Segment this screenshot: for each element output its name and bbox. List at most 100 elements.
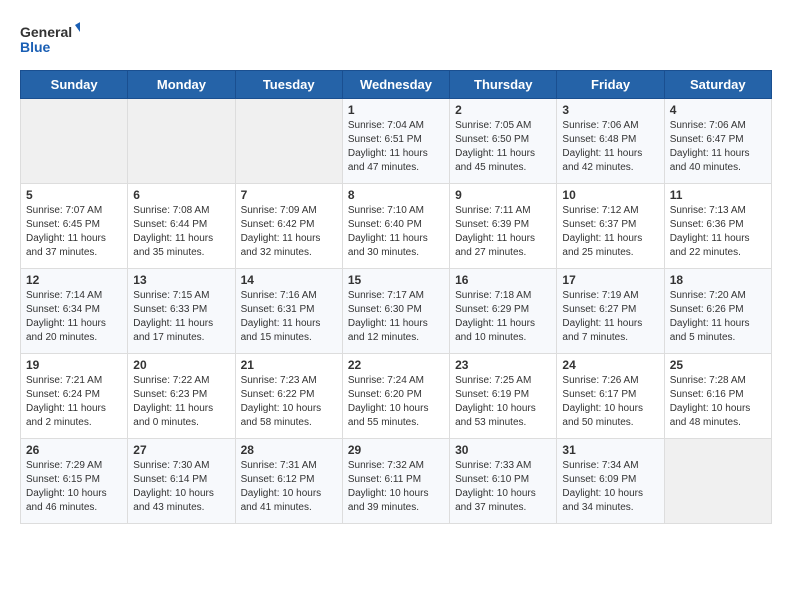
day-info: Sunrise: 7:12 AM Sunset: 6:37 PM Dayligh… (562, 204, 658, 260)
week-row: 12 Sunrise: 7:14 AM Sunset: 6:34 PM Dayli… (21, 269, 772, 354)
day-info: Sunrise: 7:05 AM Sunset: 6:50 PM Dayligh… (455, 119, 551, 175)
day-cell: 27 Sunrise: 7:30 AM Sunset: 6:14 PM Dayli… (128, 439, 235, 524)
day-cell: 19 Sunrise: 7:21 AM Sunset: 6:24 PM Dayli… (21, 354, 128, 439)
day-info: Sunrise: 7:26 AM Sunset: 6:17 PM Dayligh… (562, 374, 658, 430)
day-cell: 30 Sunrise: 7:33 AM Sunset: 6:10 PM Dayli… (450, 439, 557, 524)
day-cell (235, 99, 342, 184)
logo-icon: GeneralBlue (20, 20, 80, 60)
day-info: Sunrise: 7:13 AM Sunset: 6:36 PM Dayligh… (670, 204, 766, 260)
day-number: 24 (562, 358, 658, 372)
day-number: 6 (133, 188, 229, 202)
day-info: Sunrise: 7:18 AM Sunset: 6:29 PM Dayligh… (455, 289, 551, 345)
week-row: 1 Sunrise: 7:04 AM Sunset: 6:51 PM Daylig… (21, 99, 772, 184)
day-cell: 6 Sunrise: 7:08 AM Sunset: 6:44 PM Daylig… (128, 184, 235, 269)
day-cell: 22 Sunrise: 7:24 AM Sunset: 6:20 PM Dayli… (342, 354, 449, 439)
day-cell: 4Sunrise: 7:06 AM Sunset: 6:47 PM Daylig… (664, 99, 771, 184)
day-info: Sunrise: 7:34 AM Sunset: 6:09 PM Dayligh… (562, 459, 658, 515)
day-cell: 12 Sunrise: 7:14 AM Sunset: 6:34 PM Dayli… (21, 269, 128, 354)
day-cell (21, 99, 128, 184)
day-info: Sunrise: 7:21 AM Sunset: 6:24 PM Dayligh… (26, 374, 122, 430)
day-number: 25 (670, 358, 766, 372)
day-info: Sunrise: 7:30 AM Sunset: 6:14 PM Dayligh… (133, 459, 229, 515)
day-number: 3 (562, 103, 658, 117)
day-cell: 23 Sunrise: 7:25 AM Sunset: 6:19 PM Dayli… (450, 354, 557, 439)
weekday-header: Monday (128, 71, 235, 99)
weekday-header: Friday (557, 71, 664, 99)
day-number: 15 (348, 273, 444, 287)
day-cell: 26 Sunrise: 7:29 AM Sunset: 6:15 PM Dayli… (21, 439, 128, 524)
day-number: 7 (241, 188, 337, 202)
day-cell: 21 Sunrise: 7:23 AM Sunset: 6:22 PM Dayli… (235, 354, 342, 439)
day-info: Sunrise: 7:28 AM Sunset: 6:16 PM Dayligh… (670, 374, 766, 430)
day-info: Sunrise: 7:19 AM Sunset: 6:27 PM Dayligh… (562, 289, 658, 345)
day-info: Sunrise: 7:08 AM Sunset: 6:44 PM Dayligh… (133, 204, 229, 260)
day-cell: 1 Sunrise: 7:04 AM Sunset: 6:51 PM Daylig… (342, 99, 449, 184)
day-number: 26 (26, 443, 122, 457)
day-cell: 18 Sunrise: 7:20 AM Sunset: 6:26 PM Dayli… (664, 269, 771, 354)
weekday-header: Thursday (450, 71, 557, 99)
day-number: 12 (26, 273, 122, 287)
day-cell: 14Sunrise: 7:16 AM Sunset: 6:31 PM Dayli… (235, 269, 342, 354)
day-cell (128, 99, 235, 184)
day-number: 21 (241, 358, 337, 372)
day-info: Sunrise: 7:07 AM Sunset: 6:45 PM Dayligh… (26, 204, 122, 260)
day-cell: 5 Sunrise: 7:07 AM Sunset: 6:45 PM Daylig… (21, 184, 128, 269)
day-cell: 28 Sunrise: 7:31 AM Sunset: 6:12 PM Dayli… (235, 439, 342, 524)
day-info: Sunrise: 7:09 AM Sunset: 6:42 PM Dayligh… (241, 204, 337, 260)
day-number: 5 (26, 188, 122, 202)
day-info: Sunrise: 7:33 AM Sunset: 6:10 PM Dayligh… (455, 459, 551, 515)
page-header: GeneralBlue (20, 20, 772, 60)
day-info: Sunrise: 7:14 AM Sunset: 6:34 PM Dayligh… (26, 289, 122, 345)
svg-text:Blue: Blue (20, 39, 51, 55)
day-info: Sunrise: 7:17 AM Sunset: 6:30 PM Dayligh… (348, 289, 444, 345)
day-number: 1 (348, 103, 444, 117)
day-cell: 2 Sunrise: 7:05 AM Sunset: 6:50 PM Daylig… (450, 99, 557, 184)
day-number: 19 (26, 358, 122, 372)
day-number: 16 (455, 273, 551, 287)
day-cell: 13Sunrise: 7:15 AM Sunset: 6:33 PM Dayli… (128, 269, 235, 354)
day-info: Sunrise: 7:29 AM Sunset: 6:15 PM Dayligh… (26, 459, 122, 515)
day-cell: 31 Sunrise: 7:34 AM Sunset: 6:09 PM Dayli… (557, 439, 664, 524)
day-cell: 11 Sunrise: 7:13 AM Sunset: 6:36 PM Dayli… (664, 184, 771, 269)
day-cell: 25 Sunrise: 7:28 AM Sunset: 6:16 PM Dayli… (664, 354, 771, 439)
day-info: Sunrise: 7:15 AM Sunset: 6:33 PM Dayligh… (133, 289, 229, 345)
day-number: 18 (670, 273, 766, 287)
day-number: 2 (455, 103, 551, 117)
day-info: Sunrise: 7:11 AM Sunset: 6:39 PM Dayligh… (455, 204, 551, 260)
day-number: 22 (348, 358, 444, 372)
day-cell: 29 Sunrise: 7:32 AM Sunset: 6:11 PM Dayli… (342, 439, 449, 524)
day-info: Sunrise: 7:20 AM Sunset: 6:26 PM Dayligh… (670, 289, 766, 345)
day-info: Sunrise: 7:10 AM Sunset: 6:40 PM Dayligh… (348, 204, 444, 260)
day-number: 10 (562, 188, 658, 202)
day-number: 29 (348, 443, 444, 457)
weekday-header: Tuesday (235, 71, 342, 99)
weekday-header: Wednesday (342, 71, 449, 99)
day-info: Sunrise: 7:04 AM Sunset: 6:51 PM Dayligh… (348, 119, 444, 175)
day-number: 9 (455, 188, 551, 202)
day-cell: 9 Sunrise: 7:11 AM Sunset: 6:39 PM Daylig… (450, 184, 557, 269)
day-info: Sunrise: 7:16 AM Sunset: 6:31 PM Dayligh… (241, 289, 337, 345)
day-info: Sunrise: 7:32 AM Sunset: 6:11 PM Dayligh… (348, 459, 444, 515)
day-number: 8 (348, 188, 444, 202)
calendar-table: SundayMondayTuesdayWednesdayThursdayFrid… (20, 70, 772, 524)
day-number: 30 (455, 443, 551, 457)
day-info: Sunrise: 7:23 AM Sunset: 6:22 PM Dayligh… (241, 374, 337, 430)
day-number: 27 (133, 443, 229, 457)
day-cell: 24 Sunrise: 7:26 AM Sunset: 6:17 PM Dayli… (557, 354, 664, 439)
day-number: 31 (562, 443, 658, 457)
day-number: 4 (670, 103, 766, 117)
day-info: Sunrise: 7:31 AM Sunset: 6:12 PM Dayligh… (241, 459, 337, 515)
weekday-header: Sunday (21, 71, 128, 99)
day-info: Sunrise: 7:25 AM Sunset: 6:19 PM Dayligh… (455, 374, 551, 430)
day-cell: 10 Sunrise: 7:12 AM Sunset: 6:37 PM Dayli… (557, 184, 664, 269)
weekday-header: Saturday (664, 71, 771, 99)
day-number: 28 (241, 443, 337, 457)
week-row: 5 Sunrise: 7:07 AM Sunset: 6:45 PM Daylig… (21, 184, 772, 269)
logo: GeneralBlue (20, 20, 80, 60)
day-number: 23 (455, 358, 551, 372)
day-info: Sunrise: 7:24 AM Sunset: 6:20 PM Dayligh… (348, 374, 444, 430)
day-cell: 17Sunrise: 7:19 AM Sunset: 6:27 PM Dayli… (557, 269, 664, 354)
day-number: 11 (670, 188, 766, 202)
day-info: Sunrise: 7:06 AM Sunset: 6:48 PM Dayligh… (562, 119, 658, 175)
day-number: 20 (133, 358, 229, 372)
